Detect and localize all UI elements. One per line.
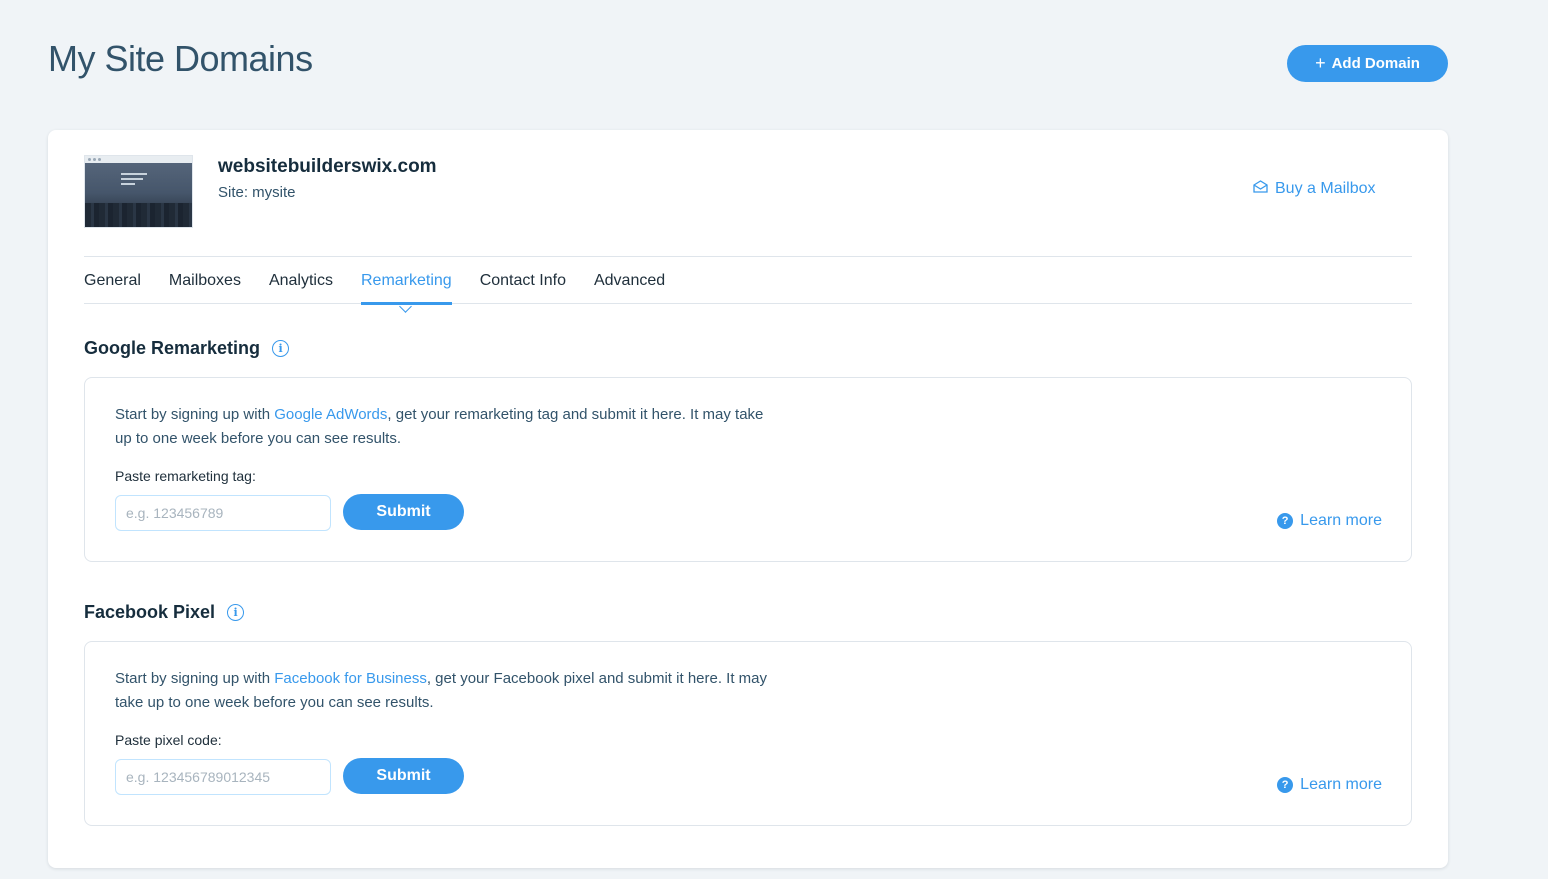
domain-card: websitebuilderswix.com Site: mysite Buy … xyxy=(48,130,1448,868)
facebook-submit-button[interactable]: Submit xyxy=(343,758,464,794)
learn-more-label: Learn more xyxy=(1300,776,1382,793)
remarketing-tag-label: Paste remarketing tag: xyxy=(115,468,256,484)
mailbox-icon xyxy=(1253,180,1268,198)
help-icon: ? xyxy=(1277,513,1294,529)
plus-icon: + xyxy=(1315,52,1326,73)
help-icon: ? xyxy=(1277,777,1294,793)
tab-bar: General Mailboxes Analytics Remarketing … xyxy=(84,257,1412,305)
pixel-code-label: Paste pixel code: xyxy=(115,732,222,748)
learn-more-label: Learn more xyxy=(1300,512,1382,529)
tab-remarketing[interactable]: Remarketing xyxy=(360,257,452,305)
facebook-pixel-title: Facebook Pixel i xyxy=(84,602,245,623)
buy-mailbox-label: Buy a Mailbox xyxy=(1275,180,1376,197)
info-icon[interactable]: i xyxy=(227,604,245,621)
tab-contact-info[interactable]: Contact Info xyxy=(480,257,566,304)
facebook-description: Start by signing up with Facebook for Bu… xyxy=(115,670,768,711)
thumbnail-browser-bar xyxy=(85,156,192,163)
add-domain-label: Add Domain xyxy=(1331,55,1420,72)
facebook-pixel-heading: Facebook Pixel xyxy=(84,602,216,622)
domain-name: websitebuilderswix.com xyxy=(218,156,437,177)
page-title: My Site Domains xyxy=(48,38,313,79)
facebook-for-business-link[interactable]: Facebook for Business xyxy=(274,670,427,687)
pixel-code-input[interactable] xyxy=(115,759,331,795)
google-remarketing-heading: Google Remarketing xyxy=(84,338,261,358)
tab-mailboxes[interactable]: Mailboxes xyxy=(169,257,241,304)
google-submit-button[interactable]: Submit xyxy=(343,494,464,530)
remarketing-tag-input[interactable] xyxy=(115,495,331,531)
site-thumbnail[interactable] xyxy=(84,155,193,228)
thumbnail-image xyxy=(85,163,192,227)
add-domain-button[interactable]: + Add Domain xyxy=(1287,45,1448,82)
facebook-learn-more-link[interactable]: ? Learn more xyxy=(1277,776,1382,794)
google-adwords-link[interactable]: Google AdWords xyxy=(274,406,387,423)
tab-general[interactable]: General xyxy=(84,257,141,304)
google-remarketing-box: Start by signing up with Google AdWords,… xyxy=(84,377,1412,562)
tab-analytics[interactable]: Analytics xyxy=(269,257,333,304)
info-icon[interactable]: i xyxy=(272,340,290,357)
site-name: Site: mysite xyxy=(218,184,296,201)
tab-advanced[interactable]: Advanced xyxy=(594,257,665,304)
google-remarketing-title: Google Remarketing i xyxy=(84,338,290,359)
facebook-pixel-box: Start by signing up with Facebook for Bu… xyxy=(84,641,1412,826)
google-learn-more-link[interactable]: ? Learn more xyxy=(1277,512,1382,530)
google-description: Start by signing up with Google AdWords,… xyxy=(115,406,764,447)
buy-mailbox-link[interactable]: Buy a Mailbox xyxy=(1253,180,1376,198)
